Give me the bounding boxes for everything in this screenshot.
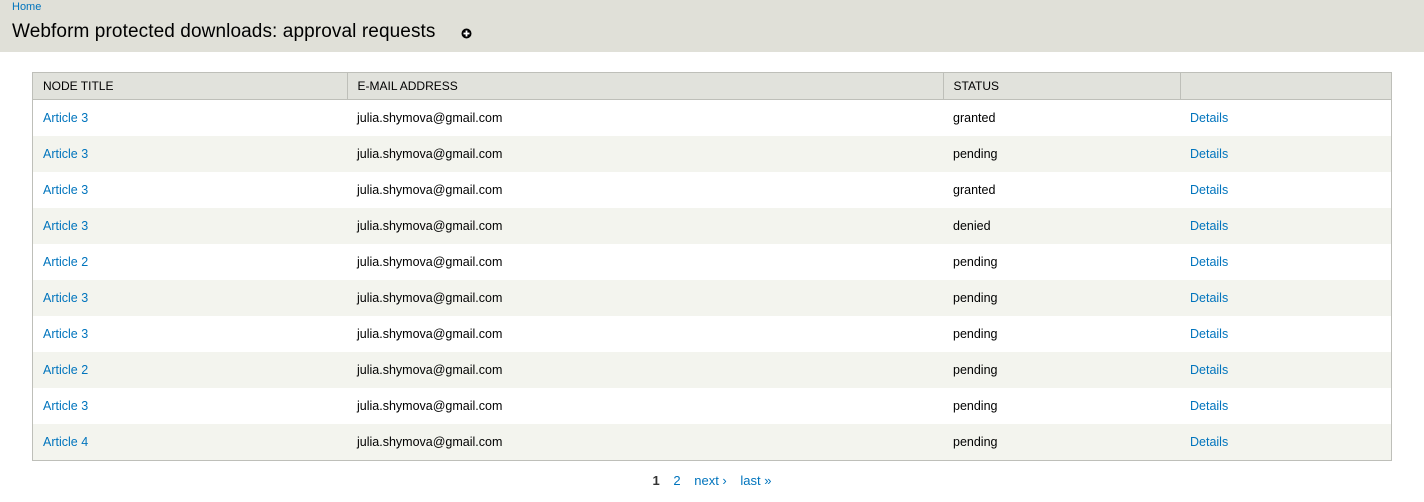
email-cell: julia.shymova@gmail.com: [357, 291, 503, 305]
pager-next-link[interactable]: next ›: [694, 473, 727, 489]
details-link[interactable]: Details: [1190, 255, 1228, 269]
pager-current-page: 1: [652, 473, 660, 488]
status-cell: granted: [953, 183, 996, 197]
table-row: Article 3 julia.shymova@gmail.com granted D…: [33, 172, 1391, 208]
email-cell: julia.shymova@gmail.com: [357, 399, 503, 413]
details-cell: Details: [1180, 352, 1391, 388]
node-title-cell: Article 2: [33, 244, 347, 280]
details-cell: Details: [1180, 100, 1391, 137]
node-title-link[interactable]: Article 3: [43, 327, 88, 341]
email-cell: julia.shymova@gmail.com: [357, 327, 503, 341]
status-cell: pending: [953, 291, 998, 305]
details-cell: Details: [1180, 388, 1391, 424]
details-cell: Details: [1180, 136, 1391, 172]
pager: 1 2 next › last »: [0, 473, 1424, 489]
table-row: Article 3 julia.shymova@gmail.com granted D…: [33, 99, 1391, 137]
node-title-cell: Article 4: [33, 424, 347, 460]
status-cell: pending: [953, 327, 998, 341]
table-row: Article 3 julia.shymova@gmail.com pending D…: [33, 316, 1391, 352]
status-cell: denied: [953, 219, 991, 233]
node-title-cell: Article 3: [33, 172, 347, 208]
details-link[interactable]: Details: [1190, 111, 1228, 125]
node-title-link[interactable]: Article 3: [43, 147, 88, 161]
table-row: Article 2 julia.shymova@gmail.com pending D…: [33, 352, 1391, 388]
pager-last-link[interactable]: last »: [740, 473, 771, 489]
table-row: Article 3 julia.shymova@gmail.com pending D…: [33, 388, 1391, 424]
details-link[interactable]: Details: [1190, 147, 1228, 161]
pager-page-2-link[interactable]: 2: [673, 473, 680, 489]
details-cell: Details: [1180, 316, 1391, 352]
details-link[interactable]: Details: [1190, 435, 1228, 449]
node-title-cell: Article 3: [33, 100, 347, 137]
table-header-row: Node title E-mail address Status: [33, 73, 1391, 100]
status-cell: pending: [953, 435, 998, 449]
node-title-link[interactable]: Article 3: [43, 111, 88, 125]
node-title-link[interactable]: Article 3: [43, 291, 88, 305]
approval-requests-table: Node title E-mail address Status Article…: [32, 72, 1392, 461]
details-cell: Details: [1180, 424, 1391, 460]
page-header: Home Webform protected downloads: approv…: [0, 0, 1424, 52]
table-row: Article 2 julia.shymova@gmail.com pending D…: [33, 244, 1391, 280]
column-header-email: E-mail address: [347, 73, 944, 100]
details-cell: Details: [1180, 244, 1391, 280]
column-header-actions: [1180, 73, 1391, 100]
table-row: Article 4 julia.shymova@gmail.com pending D…: [33, 424, 1391, 460]
node-title-cell: Article 3: [33, 316, 347, 352]
table-row: Article 3 julia.shymova@gmail.com denied De…: [33, 208, 1391, 244]
email-cell: julia.shymova@gmail.com: [357, 183, 503, 197]
details-cell: Details: [1180, 280, 1391, 316]
page-title: Webform protected downloads: approval re…: [12, 21, 436, 42]
node-title-link[interactable]: Article 4: [43, 435, 88, 449]
node-title-link[interactable]: Article 3: [43, 399, 88, 413]
email-cell: julia.shymova@gmail.com: [357, 219, 503, 233]
status-cell: pending: [953, 399, 998, 413]
node-title-cell: Article 3: [33, 136, 347, 172]
node-title-cell: Article 3: [33, 208, 347, 244]
node-title-cell: Article 3: [33, 388, 347, 424]
email-cell: julia.shymova@gmail.com: [357, 435, 503, 449]
table-row: Article 3 julia.shymova@gmail.com pending D…: [33, 136, 1391, 172]
status-cell: pending: [953, 363, 998, 377]
details-link[interactable]: Details: [1190, 327, 1228, 341]
status-cell: pending: [953, 147, 998, 161]
details-link[interactable]: Details: [1190, 183, 1228, 197]
email-cell: julia.shymova@gmail.com: [357, 147, 503, 161]
table-row: Article 3 julia.shymova@gmail.com pending D…: [33, 280, 1391, 316]
node-title-link[interactable]: Article 3: [43, 219, 88, 233]
details-link[interactable]: Details: [1190, 399, 1228, 413]
node-title-cell: Article 3: [33, 280, 347, 316]
column-header-node-title: Node title: [33, 73, 348, 100]
status-cell: granted: [953, 111, 996, 125]
details-link[interactable]: Details: [1190, 219, 1228, 233]
node-title-cell: Article 2: [33, 352, 347, 388]
node-title-link[interactable]: Article 2: [43, 255, 88, 269]
details-link[interactable]: Details: [1190, 291, 1228, 305]
node-title-link[interactable]: Article 2: [43, 363, 88, 377]
details-cell: Details: [1180, 208, 1391, 244]
add-shortcut-icon[interactable]: [461, 28, 472, 39]
details-link[interactable]: Details: [1190, 363, 1228, 377]
column-header-status: Status: [943, 73, 1181, 100]
email-cell: julia.shymova@gmail.com: [357, 111, 503, 125]
status-cell: pending: [953, 255, 998, 269]
breadcrumb-home-link[interactable]: Home: [12, 1, 41, 14]
node-title-link[interactable]: Article 3: [43, 183, 88, 197]
email-cell: julia.shymova@gmail.com: [357, 363, 503, 377]
details-cell: Details: [1180, 172, 1391, 208]
email-cell: julia.shymova@gmail.com: [357, 255, 503, 269]
